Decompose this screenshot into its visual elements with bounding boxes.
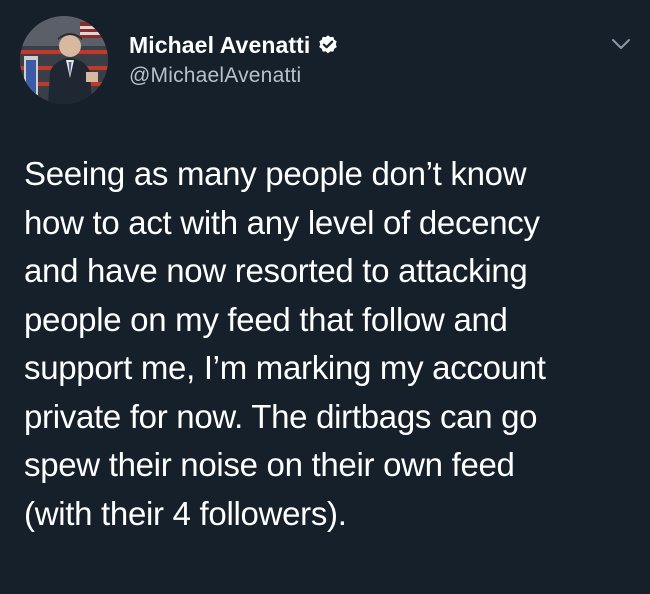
display-name[interactable]: Michael Avenatti — [129, 32, 310, 59]
verified-badge-icon — [317, 34, 339, 56]
tweet-text: Seeing as many people don’t know how to … — [24, 150, 634, 538]
name-row: Michael Avenatti — [129, 30, 339, 60]
avatar[interactable] — [20, 16, 108, 104]
tweet-text-line: private for now. The dirtbags can go — [24, 397, 538, 435]
handle[interactable]: @MichaelAvenatti — [129, 64, 339, 88]
tweet-card: Michael Avenatti @MichaelAvenatti Seeing… — [0, 0, 650, 594]
tweet-header: Michael Avenatti @MichaelAvenatti — [129, 30, 339, 88]
chevron-down-icon[interactable] — [608, 34, 634, 54]
tweet-text-line: how to act with any level of decency — [24, 203, 540, 241]
profile-photo-icon — [20, 16, 108, 104]
tweet-text-line: Seeing as many people don’t know — [24, 155, 527, 192]
tweet-text-line: and have now resorted to attacking — [24, 252, 528, 289]
tweet-text-line: people on my feed that follow and — [24, 300, 508, 338]
tweet-text-line: spew their noise on their own feed — [24, 446, 515, 483]
tweet-text-line: (with their 4 followers). — [24, 494, 347, 532]
tweet-text-line: support me, I’m marking my account — [24, 349, 546, 386]
